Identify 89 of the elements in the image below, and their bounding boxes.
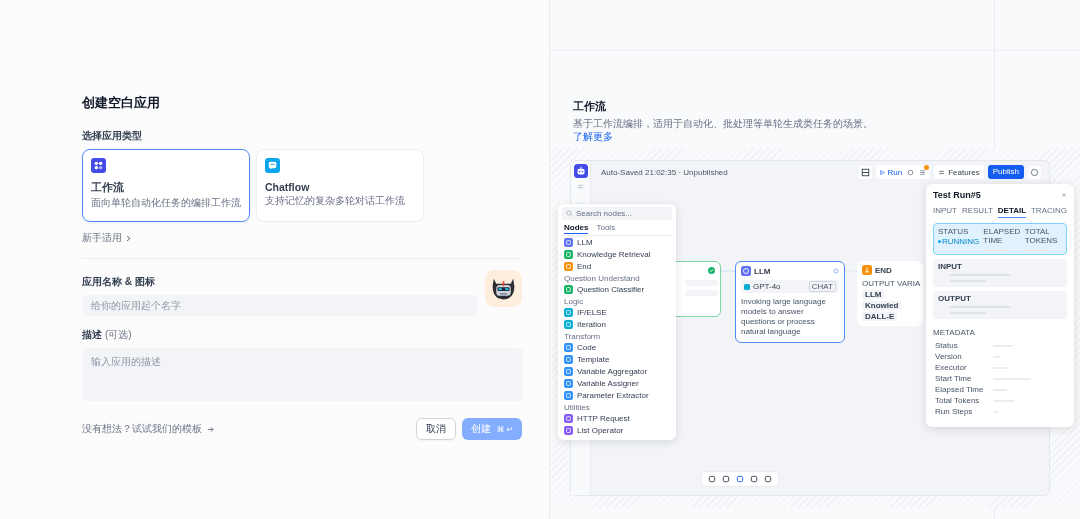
llm-node[interactable]: LLM GPT-4o CHAT Invoking large language models to answer questions or process natural language xyxy=(735,261,845,343)
app-name-field[interactable]: 给你的应用起个名字 xyxy=(82,295,478,316)
node-list-item[interactable]: Variable Assigner xyxy=(562,377,672,389)
group-heading: Question Understand xyxy=(564,274,641,283)
node-list-item[interactable]: LLM xyxy=(562,236,672,248)
end-icon xyxy=(862,265,872,275)
node-list-item[interactable]: Iteration xyxy=(562,318,672,330)
metadata-key: Elapsed Time xyxy=(935,385,993,394)
group-heading: Transform xyxy=(564,332,602,341)
workflow-icon xyxy=(91,158,106,173)
status-label: STATUS xyxy=(938,227,970,236)
metadata-key: Run Steps xyxy=(935,407,993,416)
node-list-item[interactable]: Variable Aggregator xyxy=(562,365,672,377)
dialog-title: 创建空白应用 xyxy=(82,94,161,112)
node-list-item[interactable]: List Operator xyxy=(562,424,672,436)
tab[interactable]: Nodes xyxy=(564,223,589,234)
field-label: 描述 xyxy=(82,329,102,340)
layout-icon xyxy=(859,165,873,179)
checklist-icon xyxy=(919,168,927,176)
model-name: GPT-4o xyxy=(753,282,782,291)
search-field[interactable]: Search nodes... xyxy=(562,207,672,220)
app-type-card[interactable]: 工作流 面向单轮自动化任务的编排工作流 xyxy=(82,149,250,222)
output-variable: LLM xyxy=(862,290,885,299)
tab[interactable]: Tools xyxy=(596,223,616,234)
status-value: RUNNING xyxy=(938,237,980,246)
cancel-button[interactable]: 取消 xyxy=(416,418,456,440)
end-node[interactable]: END OUTPUT VARIA LLM Knowled DALL-E xyxy=(857,261,923,326)
play-icon xyxy=(880,169,886,175)
node-list-item[interactable]: Parameter Extractor xyxy=(562,389,672,401)
section-label: OUTPUT xyxy=(938,294,972,303)
metadata-key: Executor xyxy=(935,363,993,372)
chevron-right-icon xyxy=(126,234,131,242)
status-label: TOTAL TOKENS xyxy=(1024,227,1059,245)
tab[interactable]: RESULT xyxy=(961,206,993,218)
tab[interactable]: TRACING xyxy=(1031,206,1067,218)
field-label: 应用名称 & 图标 xyxy=(82,275,156,289)
status-dot-icon xyxy=(938,240,941,243)
output-label: OUTPUT VARIA xyxy=(862,279,918,288)
card-title: 工作流 xyxy=(91,181,125,195)
metadata-key: Version xyxy=(935,352,993,361)
card-description: 面向单轮自动化任务的编排工作流 xyxy=(91,196,241,209)
node-description: Invoking large language models to answer questions or process natural language xyxy=(741,297,827,337)
card-title: Chatflow xyxy=(265,181,311,193)
node-list-item[interactable]: Knowledge Retrieval xyxy=(562,248,672,260)
mode-tag: CHAT xyxy=(808,281,836,292)
output-variable: DALL-E xyxy=(862,312,898,321)
llm-icon xyxy=(741,266,751,276)
card-description: 支持记忆的复杂多轮对话工作流 xyxy=(265,194,406,207)
check-circle-icon xyxy=(708,267,715,274)
node-list-item[interactable]: Question Classifier xyxy=(562,283,672,295)
section-label: INPUT xyxy=(938,262,963,271)
app-type-card[interactable]: Chatflow 支持记忆的复杂多轮对话工作流 xyxy=(256,149,424,222)
node-title: END xyxy=(875,265,893,275)
template-link[interactable]: 没有想法？试试我们的模板 xyxy=(82,422,214,436)
save-status: Auto-Saved 21:02:35 · Unpublished xyxy=(601,168,728,177)
section-label: 选择应用类型 xyxy=(82,129,143,143)
output-variable: Knowled xyxy=(862,301,902,310)
run-button[interactable]: Run xyxy=(880,167,903,177)
section-label: METADATA xyxy=(933,328,976,337)
status-label: ELAPSED TIME xyxy=(983,227,1021,245)
node-list-item[interactable]: Code xyxy=(562,341,672,353)
arrow-right-icon xyxy=(207,425,214,433)
tab[interactable]: DETAIL xyxy=(997,206,1027,218)
node-list-item[interactable]: End xyxy=(562,260,672,272)
notification-dot-icon xyxy=(924,164,930,170)
search-icon xyxy=(566,210,573,217)
publish-button[interactable]: Publish xyxy=(987,165,1024,179)
model-icon xyxy=(744,283,750,290)
node-list-item[interactable]: Template xyxy=(562,353,672,365)
metadata-key: Start Time xyxy=(935,374,993,383)
metadata-key: Status xyxy=(935,341,993,350)
metadata-key: Total Tokens xyxy=(935,396,993,405)
close-icon xyxy=(1061,192,1067,198)
panel-title: Test Run#5 xyxy=(933,190,981,200)
features-button[interactable]: Features xyxy=(934,165,984,179)
section-title: 工作流 xyxy=(573,100,607,114)
description-text: 基于工作流编排，适用于自动化、批处理等单轮生成类任务的场景。 了解更多 xyxy=(573,117,874,143)
group-heading: Logic xyxy=(564,297,585,306)
group-heading: Utilities xyxy=(564,403,591,412)
description-field[interactable]: 输入应用的描述 xyxy=(82,348,523,401)
node-list-item[interactable]: HTTP Request xyxy=(562,412,672,424)
tab[interactable]: INPUT xyxy=(933,206,957,218)
node-title: LLM xyxy=(754,266,772,276)
optional-hint: (可选) xyxy=(105,329,132,340)
chat-bubble-icon xyxy=(265,158,280,173)
learn-more-link[interactable]: 了解更多 xyxy=(573,131,613,142)
node-list-item[interactable]: IF/ELSE xyxy=(562,306,672,318)
app-icon-picker[interactable] xyxy=(485,270,522,307)
beginner-link[interactable]: 新手适用 xyxy=(82,231,131,245)
